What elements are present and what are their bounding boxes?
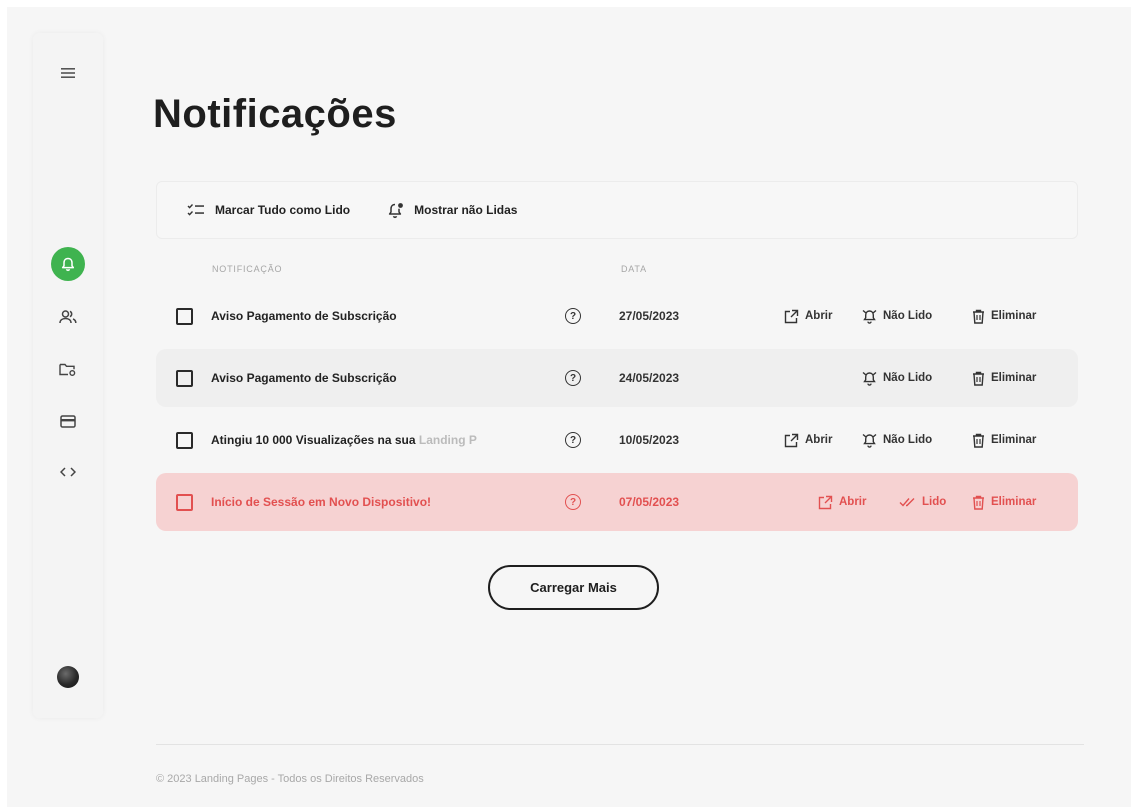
table-row[interactable]: Atingiu 10 000 Visualizações na sua Land… — [156, 411, 1078, 469]
row-checkbox[interactable] — [176, 307, 193, 325]
bell-off-icon — [862, 371, 877, 386]
help-icon[interactable]: ? — [565, 370, 581, 386]
bell-icon — [51, 247, 85, 281]
mark-read-button[interactable]: Lido — [899, 496, 946, 508]
toolbar: Marcar Tudo como Lido Mostrar não Lidas — [156, 181, 1078, 239]
delete-label: Eliminar — [991, 434, 1037, 446]
mark-all-read-label: Marcar Tudo como Lido — [215, 203, 351, 217]
open-button[interactable]: Abrir — [784, 433, 832, 448]
delete-label: Eliminar — [991, 372, 1037, 384]
notification-title: Início de Sessão em Novo Dispositivo! — [211, 495, 432, 509]
bell-off-icon — [862, 309, 877, 324]
row-checkbox[interactable] — [176, 431, 193, 449]
users-icon[interactable] — [33, 299, 103, 335]
column-header-date: DATA — [621, 264, 647, 274]
mark-all-read-button[interactable]: Marcar Tudo como Lido — [187, 203, 350, 217]
external-link-icon — [818, 495, 833, 509]
table-row-alert[interactable]: Início de Sessão em Novo Dispositivo! ? … — [156, 473, 1078, 531]
credit-card-icon[interactable] — [33, 403, 103, 439]
folder-settings-icon[interactable] — [33, 351, 103, 387]
delete-button[interactable]: Eliminar — [972, 433, 1036, 448]
delete-label: Eliminar — [991, 310, 1037, 322]
show-unread-label: Mostrar não Lidas — [414, 203, 518, 217]
mark-unread-label: Não Lido — [883, 310, 933, 322]
user-avatar-button[interactable] — [33, 659, 103, 695]
help-icon[interactable]: ? — [565, 308, 581, 324]
trash-icon — [973, 371, 984, 386]
delete-button[interactable]: Eliminar — [972, 309, 1036, 324]
show-unread-button[interactable]: Mostrar não Lidas — [388, 202, 517, 219]
notification-title: Aviso Pagamento de Subscrição — [211, 309, 397, 323]
help-icon[interactable]: ? — [565, 432, 581, 448]
bell-dot-icon — [388, 202, 404, 218]
table-row[interactable]: Aviso Pagamento de Subscrição ? 27/05/20… — [156, 287, 1078, 345]
mark-unread-label: Não Lido — [883, 434, 933, 446]
delete-button[interactable]: Eliminar — [972, 371, 1036, 386]
double-check-icon — [899, 498, 915, 507]
open-label: Abrir — [805, 434, 833, 446]
avatar — [57, 666, 79, 688]
open-label: Abrir — [839, 496, 867, 508]
notification-date: 24/05/2023 — [619, 371, 680, 385]
menu-icon[interactable] — [33, 55, 103, 91]
trash-icon — [973, 495, 984, 510]
notification-date: 10/05/2023 — [619, 433, 680, 447]
mark-unread-label: Não Lido — [883, 372, 933, 384]
footer-divider — [156, 744, 1084, 745]
checklist-icon — [187, 204, 204, 216]
notification-date: 07/05/2023 — [619, 495, 680, 509]
sidebar-item-notifications[interactable] — [33, 246, 103, 282]
row-checkbox[interactable] — [176, 369, 193, 387]
mark-read-label: Lido — [922, 496, 947, 508]
external-link-icon — [784, 309, 799, 323]
load-more-button[interactable]: Carregar Mais — [488, 565, 659, 610]
trash-icon — [973, 309, 984, 324]
help-icon[interactable]: ? — [565, 494, 581, 510]
page-title: Notificações — [153, 92, 397, 136]
column-header-notification: NOTIFICAÇÃO — [212, 264, 283, 274]
open-button[interactable]: Abrir — [784, 309, 832, 324]
bell-off-icon — [862, 433, 877, 448]
mark-unread-button[interactable]: Não Lido — [862, 371, 932, 386]
open-label: Abrir — [805, 310, 833, 322]
sidebar — [33, 33, 103, 718]
notification-title: Atingiu 10 000 Visualizações na sua Land… — [211, 433, 477, 447]
table-row[interactable]: Aviso Pagamento de Subscrição ? 24/05/20… — [156, 349, 1078, 407]
mark-unread-button[interactable]: Não Lido — [862, 309, 932, 324]
mark-unread-button[interactable]: Não Lido — [862, 433, 932, 448]
delete-button[interactable]: Eliminar — [972, 495, 1036, 510]
external-link-icon — [784, 433, 799, 447]
open-button[interactable]: Abrir — [818, 495, 866, 510]
trash-icon — [973, 433, 984, 448]
footer-copyright: © 2023 Landing Pages - Todos os Direitos… — [156, 773, 424, 785]
delete-label: Eliminar — [991, 496, 1037, 508]
notification-title: Aviso Pagamento de Subscrição — [211, 371, 397, 385]
notification-date: 27/05/2023 — [619, 309, 680, 323]
code-icon[interactable] — [33, 454, 103, 490]
row-checkbox[interactable] — [176, 493, 193, 511]
